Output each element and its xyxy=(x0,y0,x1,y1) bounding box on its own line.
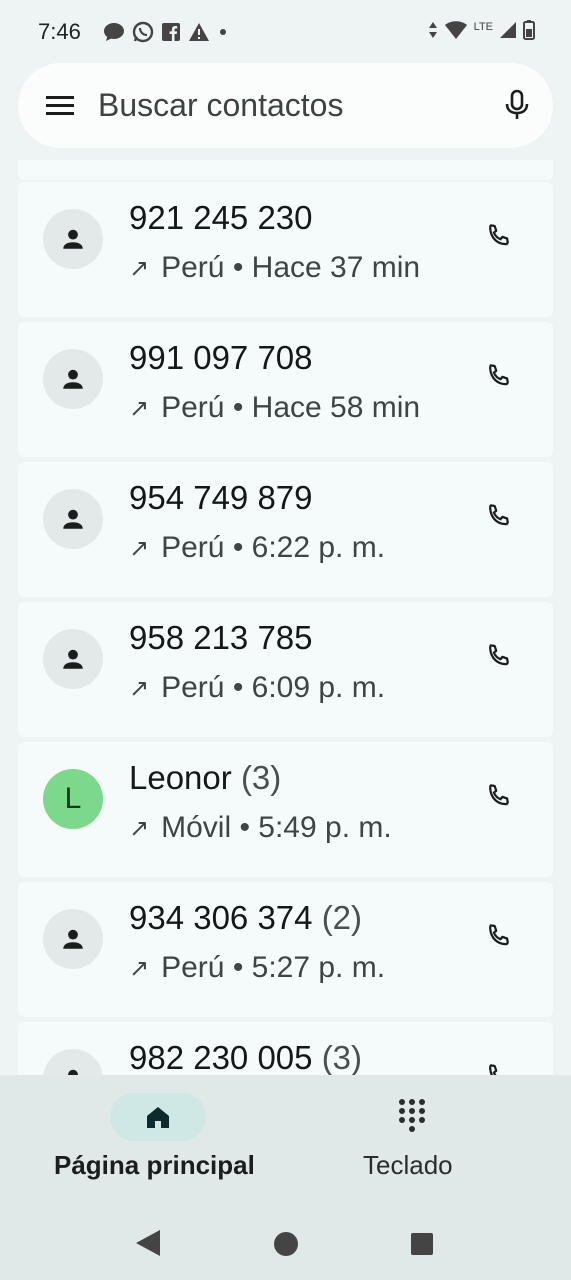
phone-icon xyxy=(489,364,509,386)
nav-keypad-label: Teclado xyxy=(363,1150,453,1180)
phone-icon xyxy=(489,1064,498,1075)
chat-bubble-icon xyxy=(104,23,124,41)
call-details: ↗ Perú • 5:27 p. m. xyxy=(129,951,386,984)
system-icons: LTE xyxy=(428,20,535,40)
call-button[interactable] xyxy=(483,360,515,392)
person-icon xyxy=(63,369,83,389)
call-log-item[interactable]: 921 245 230 ↗ Perú • Hace 37 min xyxy=(18,182,553,317)
avatar xyxy=(43,489,103,549)
call-button[interactable] xyxy=(483,920,515,952)
back-icon[interactable] xyxy=(134,1228,162,1258)
list-item[interactable] xyxy=(18,160,553,180)
nav-keypad-tab[interactable]: Teclado xyxy=(330,1075,530,1195)
home-circle-icon[interactable] xyxy=(272,1230,300,1258)
person-icon xyxy=(63,509,83,529)
call-log-list[interactable]: 921 245 230 ↗ Perú • Hace 37 min 991 097 … xyxy=(0,160,571,1075)
call-button[interactable] xyxy=(483,500,515,532)
outgoing-arrow-icon: ↗ xyxy=(129,394,150,422)
phone-icon xyxy=(489,224,509,246)
call-log-item[interactable]: 954 749 879 ↗ Perú • 6:22 p. m. xyxy=(18,462,553,597)
call-details: ↗ Móvil • 5:49 p. m. xyxy=(129,811,392,844)
avatar: L xyxy=(43,769,103,829)
outgoing-arrow-icon: ↗ xyxy=(129,954,150,982)
wifi-icon xyxy=(444,21,467,39)
call-log-item[interactable]: 958 213 785 ↗ Perú • 6:09 p. m. xyxy=(18,602,553,737)
person-icon xyxy=(63,229,83,249)
call-count: (3) xyxy=(321,1039,363,1075)
warning-icon xyxy=(189,23,209,41)
dot-icon xyxy=(220,29,226,35)
nav-home-tab[interactable]: Página principal xyxy=(0,1075,315,1195)
microphone-icon[interactable] xyxy=(505,89,529,121)
contact-name: Leonor (3) xyxy=(129,759,282,796)
outgoing-arrow-icon: ↗ xyxy=(129,254,150,282)
call-log-item[interactable]: 982 230 005 (3) ↗ xyxy=(18,1022,553,1075)
avatar xyxy=(43,209,103,269)
notification-icons xyxy=(103,21,229,43)
call-log-item[interactable]: 991 097 708 ↗ Perú • Hace 58 min xyxy=(18,322,553,457)
whatsapp-icon xyxy=(132,21,154,43)
search-input[interactable]: Buscar contactos xyxy=(98,87,343,124)
recent-apps-icon[interactable] xyxy=(410,1232,434,1256)
call-details: ↗ Perú • 6:09 p. m. xyxy=(129,671,386,704)
call-count: (3) xyxy=(240,759,282,796)
person-icon xyxy=(63,649,83,669)
phone-icon xyxy=(489,924,509,946)
outgoing-arrow-icon: ↗ xyxy=(129,674,150,702)
call-details: ↗ Perú • 6:22 p. m. xyxy=(129,531,386,564)
avatar xyxy=(43,349,103,409)
avatar xyxy=(43,909,103,969)
facebook-icon xyxy=(162,23,180,41)
contact-name: 982 230 005 (3) xyxy=(129,1039,363,1075)
call-log-item[interactable]: L Leonor (3) ↗ Móvil • 5:49 p. m. xyxy=(18,742,553,877)
person-icon xyxy=(68,1069,78,1075)
call-button[interactable] xyxy=(483,220,515,252)
call-button[interactable] xyxy=(483,640,515,672)
person-icon xyxy=(63,929,83,949)
contact-name: 934 306 374 (2) xyxy=(129,899,363,936)
call-button[interactable] xyxy=(483,780,515,812)
call-log-item[interactable]: 934 306 374 (2) ↗ Perú • 5:27 p. m. xyxy=(18,882,553,1017)
outgoing-arrow-icon: ↗ xyxy=(129,534,150,562)
call-details: ↗ Perú • Hace 58 min xyxy=(129,391,421,424)
avatar-letter: L xyxy=(64,782,82,815)
phone-icon xyxy=(489,784,509,806)
active-indicator xyxy=(110,1093,206,1141)
menu-icon[interactable] xyxy=(46,94,74,116)
avatar xyxy=(43,629,103,689)
contact-name: 954 749 879 xyxy=(129,479,313,516)
network-type-label: LTE xyxy=(473,21,493,33)
phone-icon xyxy=(489,504,509,526)
search-bar[interactable]: Buscar contactos xyxy=(18,63,553,148)
outgoing-arrow-icon: ↗ xyxy=(129,814,150,842)
nav-home-label: Página principal xyxy=(54,1150,255,1180)
signal-icon xyxy=(500,22,516,38)
home-icon xyxy=(147,1107,169,1128)
avatar xyxy=(43,1049,103,1075)
call-details: ↗ Perú • Hace 37 min xyxy=(129,251,421,284)
dialpad-icon xyxy=(399,1099,425,1132)
battery-icon xyxy=(523,20,535,40)
contact-name: 991 097 708 xyxy=(129,339,313,376)
data-arrows-icon xyxy=(428,22,437,38)
contact-name: 958 213 785 xyxy=(129,619,313,656)
contact-name: 921 245 230 xyxy=(129,199,313,236)
phone-icon xyxy=(489,644,509,666)
call-button[interactable] xyxy=(483,1060,515,1075)
call-count: (2) xyxy=(321,899,363,936)
system-navigation-bar xyxy=(0,1200,571,1280)
status-time: 7:46 xyxy=(38,19,81,44)
status-bar: 7:46 LTE xyxy=(0,0,571,62)
